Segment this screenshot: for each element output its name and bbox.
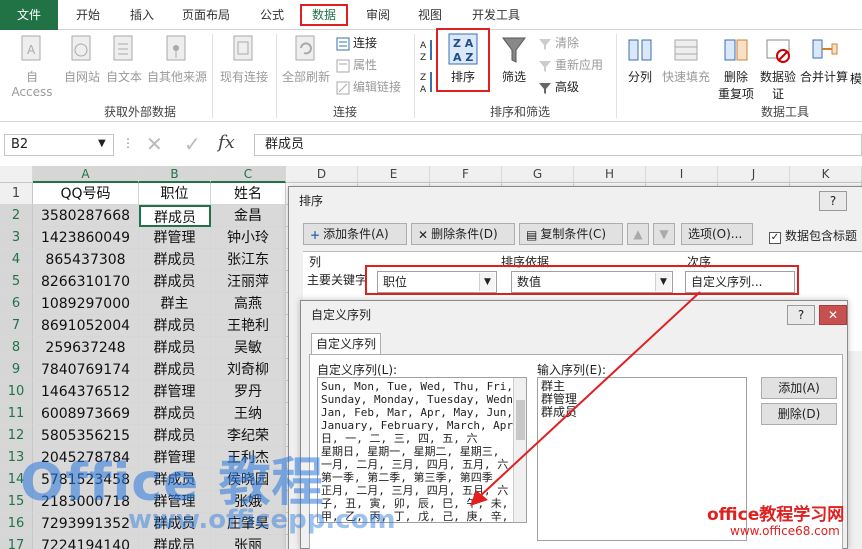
watermark-url: www.officepp.com	[128, 505, 396, 535]
watermark-brand-url: www.office68.com	[730, 524, 840, 538]
watermark-office: Office 教程	[20, 453, 325, 513]
watermark-brand: office教程学习网	[707, 505, 845, 525]
